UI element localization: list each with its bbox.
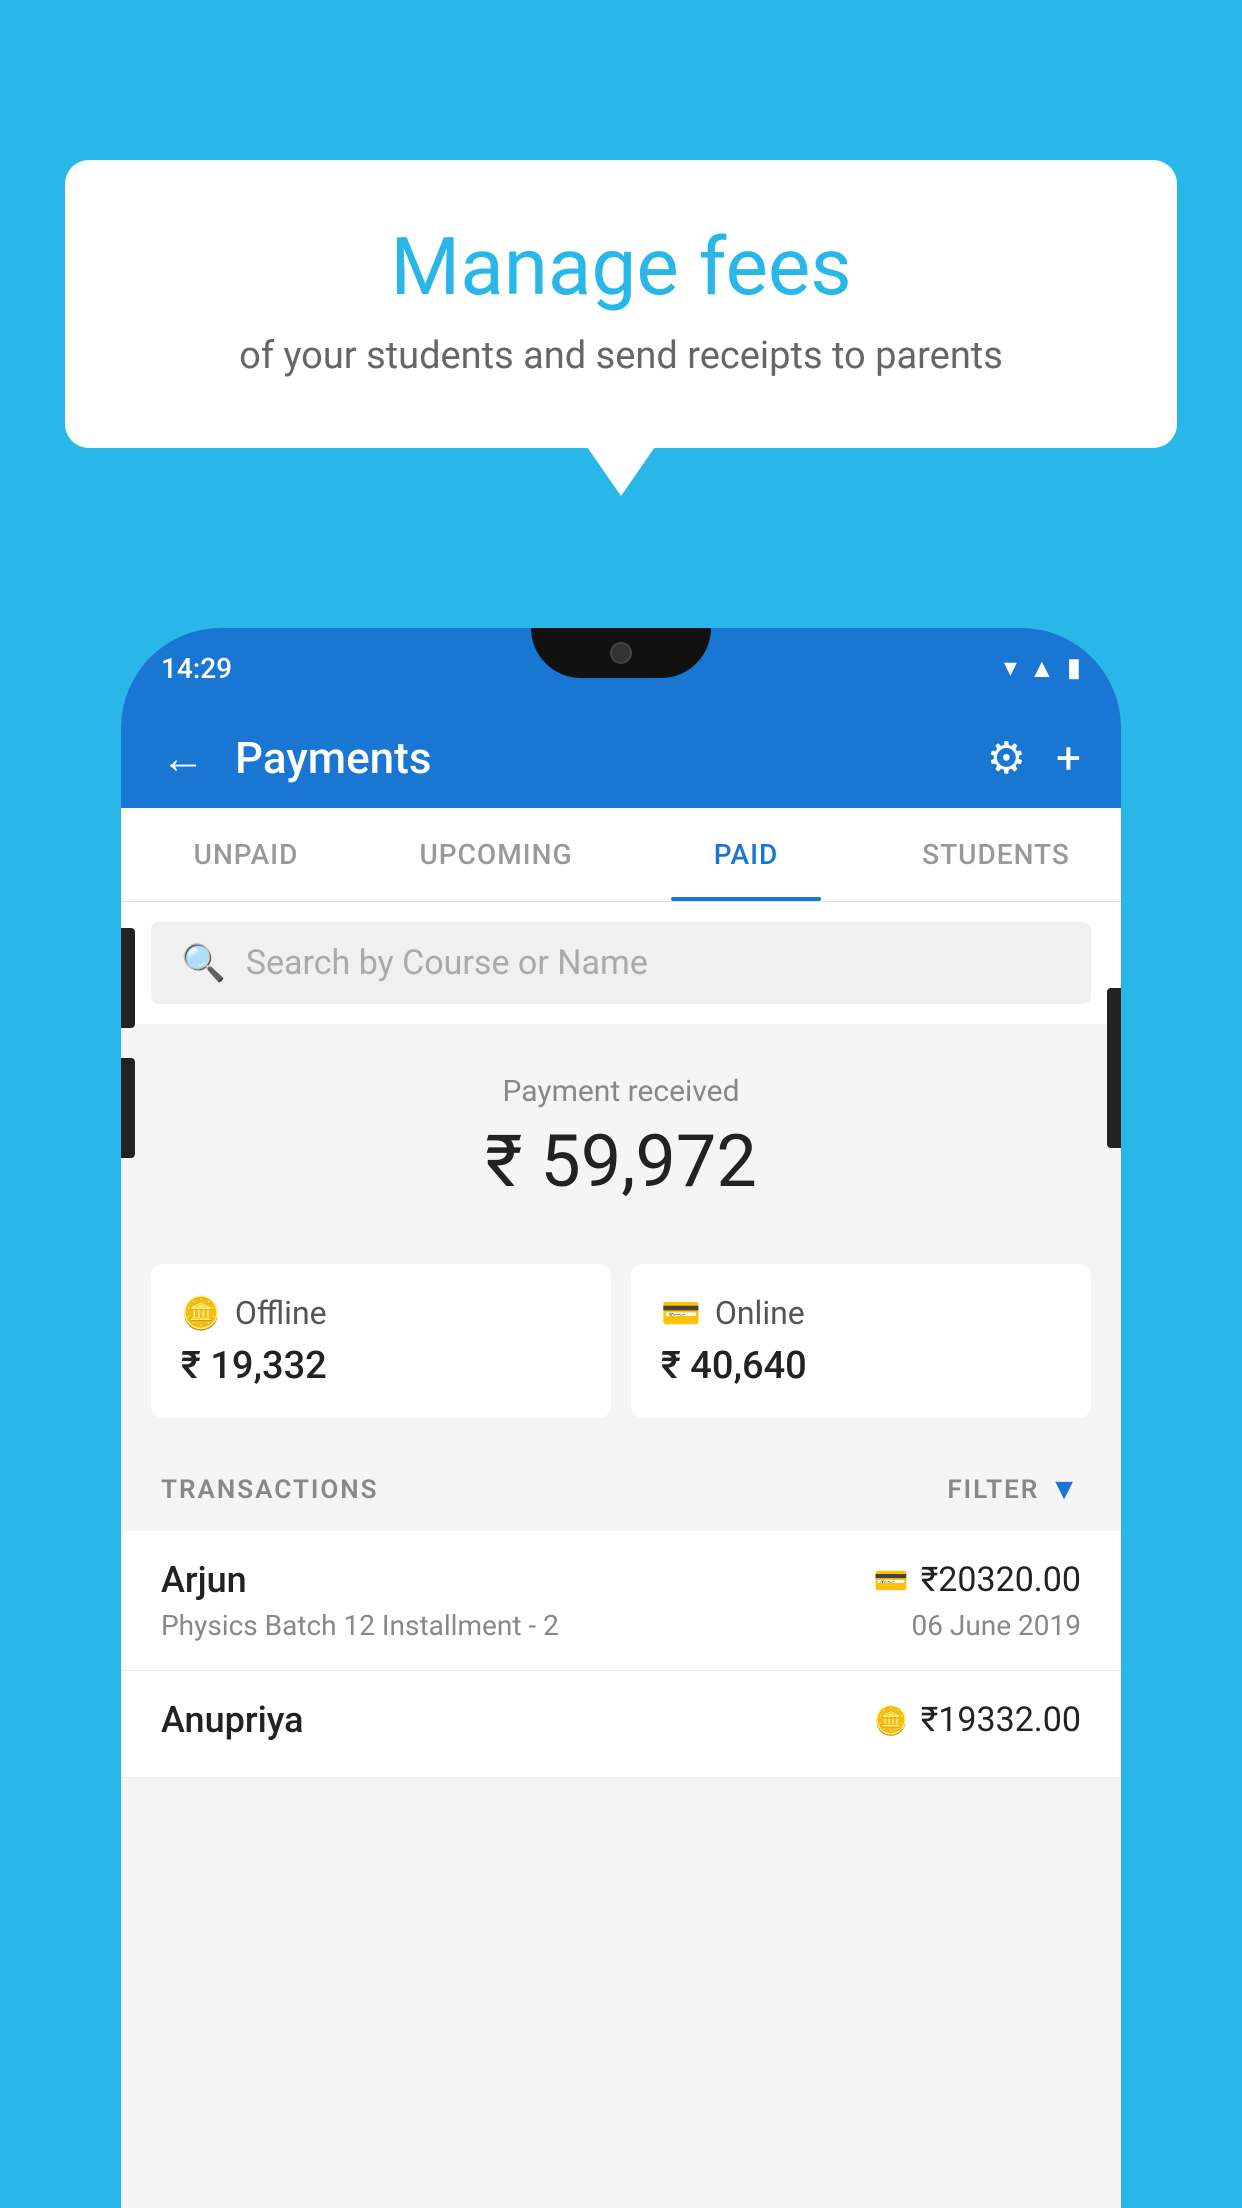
offline-label: Offline [235,1294,327,1332]
filter-icon: ▼ [1049,1472,1081,1507]
tab-upcoming[interactable]: UPCOMING [371,808,621,901]
offline-card-header: 🪙 Offline [181,1294,581,1332]
transaction-date-arjun: 06 June 2019 [911,1609,1081,1642]
wifi-icon: ▾ [1004,653,1017,683]
page-title: Payments [235,732,957,784]
transaction-amount-anupriya: ₹19332.00 [921,1700,1081,1740]
tab-students[interactable]: STUDENTS [871,808,1121,901]
phone-frame: 14:29 ▾ ▲ ▮ ← Payments ⚙ + UNPAID [121,628,1121,2208]
transaction-amount-row-arjun: 💳 ₹20320.00 [874,1560,1081,1600]
transaction-name-arjun: Arjun [161,1559,247,1601]
volume-down-button[interactable] [121,1058,135,1158]
search-bar-container: 🔍 Search by Course or Name [121,902,1121,1024]
payment-summary: Payment received ₹ 59,972 [121,1024,1121,1264]
card-icon: 💳 [661,1294,701,1332]
transactions-header: TRANSACTIONS FILTER ▼ [121,1448,1121,1531]
online-card-header: 💳 Online [661,1294,1061,1332]
tab-unpaid[interactable]: UNPAID [121,808,371,901]
camera [610,642,632,664]
online-amount: ₹ 40,640 [661,1344,1061,1388]
transaction-row-arjun[interactable]: Arjun 💳 ₹20320.00 Physics Batch 12 Insta… [121,1531,1121,1671]
speech-bubble-container: Manage fees of your students and send re… [65,160,1177,448]
power-button[interactable] [1107,988,1121,1148]
status-bar: 14:29 ▾ ▲ ▮ [121,628,1121,708]
payment-cards: 🪙 Offline ₹ 19,332 💳 Online ₹ 40,640 [121,1264,1121,1448]
transaction-top-anupriya: Anupriya 🪙 ₹19332.00 [161,1699,1081,1741]
volume-up-button[interactable] [121,928,135,1028]
tab-paid[interactable]: PAID [621,808,871,901]
online-label: Online [715,1294,805,1332]
cash-icon: 🪙 [181,1294,221,1332]
add-icon[interactable]: + [1056,732,1081,784]
transaction-top-arjun: Arjun 💳 ₹20320.00 [161,1559,1081,1601]
filter-button[interactable]: FILTER ▼ [947,1472,1081,1507]
payment-received-label: Payment received [151,1074,1091,1109]
phone-screen: 14:29 ▾ ▲ ▮ ← Payments ⚙ + UNPAID [121,628,1121,2208]
transaction-desc-arjun: Physics Batch 12 Installment - 2 [161,1609,559,1642]
tabs-bar: UNPAID UPCOMING PAID STUDENTS [121,808,1121,902]
transaction-bottom-arjun: Physics Batch 12 Installment - 2 06 June… [161,1609,1081,1642]
search-icon: 🔍 [181,942,226,984]
transaction-amount-row-anupriya: 🪙 ₹19332.00 [874,1700,1081,1740]
status-icons: ▾ ▲ ▮ [1004,653,1081,684]
cash-payment-icon: 🪙 [874,1704,909,1737]
transaction-amount-arjun: ₹20320.00 [921,1560,1081,1600]
card-payment-icon: 💳 [874,1564,909,1597]
back-button[interactable]: ← [161,732,205,784]
offline-amount: ₹ 19,332 [181,1344,581,1388]
transactions-label: TRANSACTIONS [161,1475,379,1505]
settings-icon[interactable]: ⚙ [987,732,1026,784]
status-time: 14:29 [161,652,232,685]
online-card: 💳 Online ₹ 40,640 [631,1264,1091,1418]
notch [531,628,711,678]
header-actions: ⚙ + [987,732,1081,784]
payment-total-amount: ₹ 59,972 [151,1119,1091,1204]
bubble-subtitle: of your students and send receipts to pa… [145,334,1097,378]
app-header: ← Payments ⚙ + [121,708,1121,808]
transaction-name-anupriya: Anupriya [161,1699,304,1741]
signal-icon: ▲ [1029,653,1055,684]
speech-bubble: Manage fees of your students and send re… [65,160,1177,448]
search-input[interactable]: Search by Course or Name [246,943,648,983]
battery-icon: ▮ [1067,653,1081,683]
search-bar[interactable]: 🔍 Search by Course or Name [151,922,1091,1004]
offline-card: 🪙 Offline ₹ 19,332 [151,1264,611,1418]
filter-label: FILTER [947,1475,1039,1505]
bubble-title: Manage fees [145,220,1097,314]
transaction-row-anupriya[interactable]: Anupriya 🪙 ₹19332.00 [121,1671,1121,1778]
